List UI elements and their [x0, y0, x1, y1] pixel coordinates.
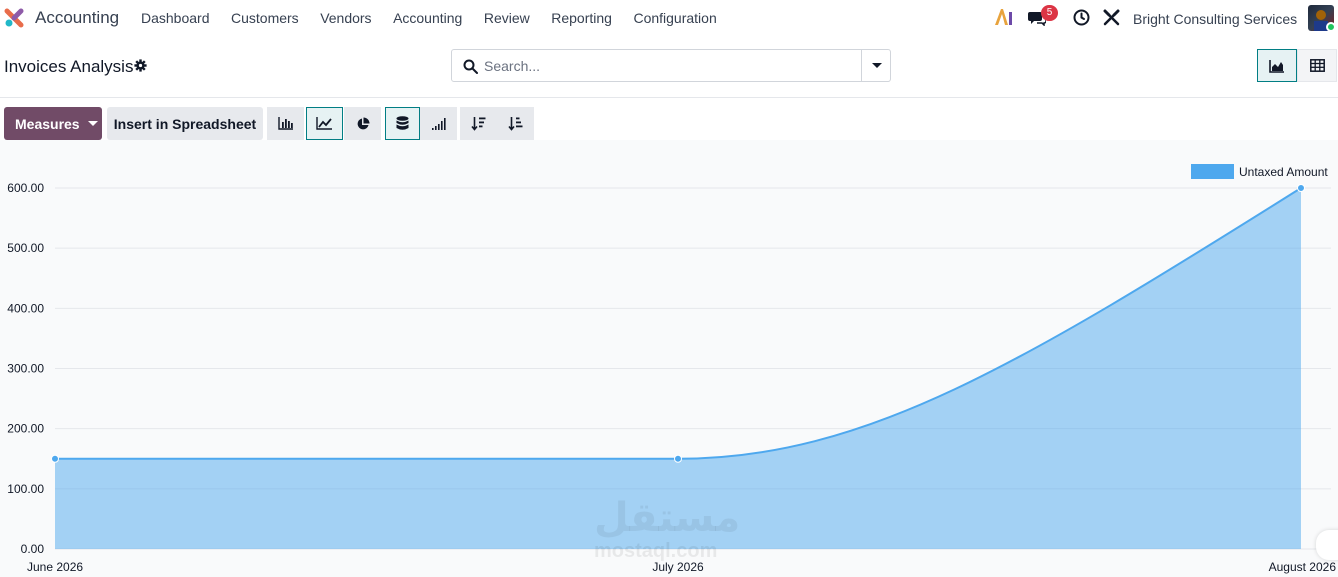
watermark-url: mostaql.com: [594, 540, 718, 562]
chart-legend[interactable]: Untaxed Amount: [1191, 164, 1328, 179]
y-tick-label: 600.00: [7, 181, 44, 195]
data-point: [51, 454, 59, 463]
x-tick-label: August 2026: [1269, 560, 1337, 574]
area-chart: 0.00 100.00 200.00 300.00 400.00 500.00 600.00…: [7, 181, 1337, 574]
data-point: [1297, 184, 1305, 192]
legend-label: Untaxed Amount: [1239, 164, 1328, 179]
corner-widget[interactable]: [1316, 530, 1338, 560]
data-point: [674, 454, 682, 463]
y-tick-label: 0.00: [21, 542, 45, 556]
x-tick-label: June 2026: [27, 560, 83, 574]
y-tick-label: 200.00: [7, 422, 44, 436]
legend-swatch: [1191, 164, 1234, 179]
y-tick-label: 100.00: [7, 482, 44, 496]
y-tick-label: 300.00: [7, 362, 44, 376]
y-tick-label: 500.00: [7, 241, 44, 255]
y-tick-label: 400.00: [7, 301, 44, 315]
watermark-logo: مستقل: [594, 496, 741, 540]
